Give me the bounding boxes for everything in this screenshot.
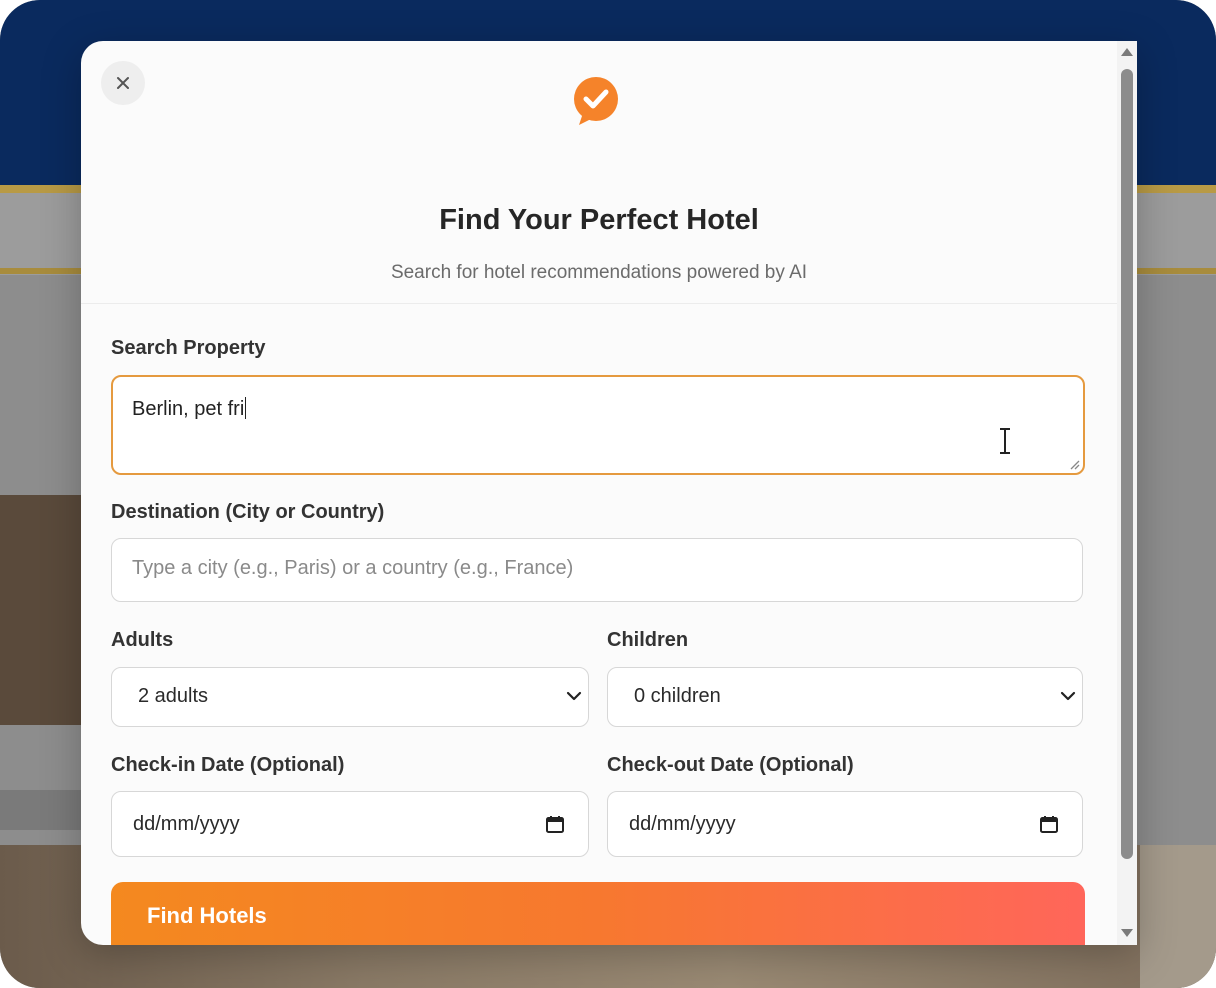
search-property-label: Search Property <box>111 337 266 359</box>
background-image <box>0 495 82 725</box>
modal-scrollbar[interactable] <box>1117 41 1137 945</box>
checkout-date-input[interactable]: dd/mm/yyyy <box>607 791 1083 857</box>
checkin-date-value: dd/mm/yyyy <box>133 813 240 835</box>
children-select[interactable]: 0 children <box>607 667 1083 727</box>
background-text-block <box>0 790 82 830</box>
destination-placeholder: Type a city (e.g., Paris) or a country (… <box>132 557 574 579</box>
modal-header: Find Your Perfect Hotel Search for hotel… <box>81 41 1137 304</box>
scroll-up-arrow-icon[interactable] <box>1120 46 1134 58</box>
checkout-label: Check-out Date (Optional) <box>607 754 854 776</box>
find-hotels-button[interactable]: Find Hotels <box>111 882 1085 945</box>
destination-label: Destination (City or Country) <box>111 501 385 523</box>
background-image <box>1140 845 1216 988</box>
find-hotels-label: Find Hotels <box>147 903 267 928</box>
chevron-down-icon <box>566 691 582 701</box>
search-property-value: Berlin, pet fri <box>132 397 247 420</box>
close-button[interactable] <box>101 61 145 105</box>
calendar-icon[interactable] <box>1039 814 1059 834</box>
adults-label: Adults <box>111 629 174 651</box>
children-label: Children <box>607 629 689 651</box>
destination-input[interactable]: Type a city (e.g., Paris) or a country (… <box>111 538 1083 602</box>
scrollbar-thumb[interactable] <box>1121 69 1133 859</box>
resize-handle-icon[interactable] <box>1068 458 1080 470</box>
modal-title: Find Your Perfect Hotel <box>439 204 759 236</box>
children-selected-value: 0 children <box>634 685 721 707</box>
checkin-label: Check-in Date (Optional) <box>111 754 345 776</box>
hotel-search-modal: Find Your Perfect Hotel Search for hotel… <box>81 41 1137 945</box>
text-caret <box>245 397 247 419</box>
scroll-down-arrow-icon[interactable] <box>1120 927 1134 939</box>
chevron-down-icon <box>1060 691 1076 701</box>
close-icon <box>117 77 129 89</box>
text-cursor-icon <box>1000 428 1010 454</box>
adults-selected-value: 2 adults <box>138 685 209 707</box>
calendar-icon[interactable] <box>545 814 565 834</box>
search-property-textarea[interactable]: Berlin, pet fri <box>111 375 1085 475</box>
checkout-date-value: dd/mm/yyyy <box>629 813 736 835</box>
checkin-date-input[interactable]: dd/mm/yyyy <box>111 791 589 857</box>
modal-subtitle: Search for hotel recommendations powered… <box>390 262 808 283</box>
checkmark-chat-bubble-icon <box>574 77 618 125</box>
adults-select[interactable]: 2 adults <box>111 667 589 727</box>
